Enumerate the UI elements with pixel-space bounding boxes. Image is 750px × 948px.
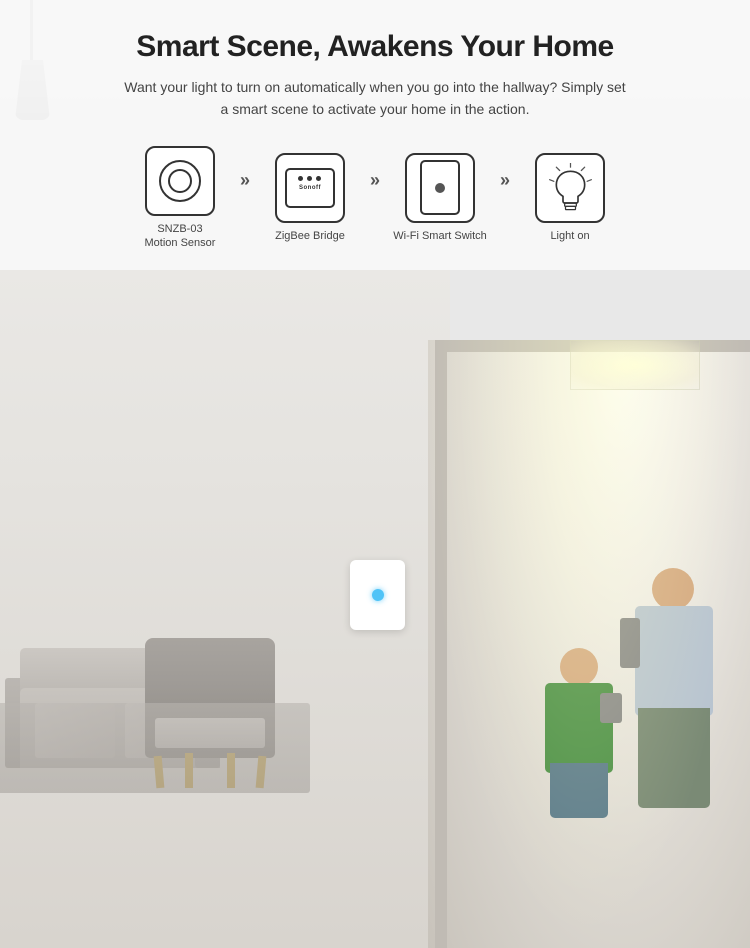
wall-switch — [350, 560, 405, 630]
icon-item-zigbee: Sonoff ZigBee Bridge — [255, 153, 365, 243]
motion-sensor-icon — [159, 160, 201, 202]
subtitle-line1: Want your light to turn on automatically… — [124, 79, 625, 95]
icon-item-light: Light on — [515, 153, 625, 243]
light-on-box — [535, 153, 605, 223]
zigbee-dots — [298, 176, 321, 181]
light-on-container — [537, 153, 603, 223]
icon-item-motion-sensor: SNZB-03 Motion Sensor — [125, 146, 235, 251]
zigbee-dot-2 — [307, 176, 312, 181]
people-group — [520, 488, 720, 848]
adult-pants — [638, 708, 710, 808]
smart-switch-box — [405, 153, 475, 223]
subtitle-line2: a smart scene to activate your home in t… — [221, 101, 530, 117]
switch-button-indicator — [435, 183, 445, 193]
rug — [0, 703, 310, 793]
zigbee-brand-text: Sonoff — [299, 185, 321, 191]
child-figure — [540, 648, 620, 848]
motion-sensor-inner-circle — [168, 169, 192, 193]
light-on-label: Light on — [550, 229, 589, 243]
page-subtitle: Want your light to turn on automatically… — [85, 76, 665, 121]
page-title: Smart Scene, Awakens Your Home — [50, 30, 700, 64]
ceiling-light — [570, 340, 700, 390]
zigbee-dot-1 — [298, 176, 303, 181]
zigbee-label-1: ZigBee Bridge — [275, 229, 345, 243]
child-head — [560, 648, 598, 686]
zigbee-bridge-box: Sonoff — [275, 153, 345, 223]
arrow-3: » — [500, 170, 510, 191]
motion-sensor-label-2: Motion Sensor — [145, 236, 216, 250]
smart-switch-icon — [420, 160, 460, 215]
icon-item-switch: Wi-Fi Smart Switch — [385, 153, 495, 243]
child-bag — [600, 693, 622, 723]
adult-shirt — [635, 606, 713, 716]
zigbee-dot-3 — [316, 176, 321, 181]
child-pants — [550, 763, 608, 818]
zigbee-bridge-icon: Sonoff — [285, 168, 335, 208]
switch-label-1: Wi-Fi Smart Switch — [393, 229, 487, 243]
wall-switch-indicator — [372, 589, 384, 601]
icons-row: SNZB-03 Motion Sensor » Sonoff — [50, 146, 700, 251]
light-bulb-svg — [548, 163, 593, 213]
motion-sensor-box — [145, 146, 215, 216]
top-content-area: Smart Scene, Awakens Your Home Want your… — [0, 0, 750, 270]
adult-head — [652, 568, 694, 610]
motion-sensor-label-1: SNZB-03 — [157, 222, 202, 236]
page-container: Smart Scene, Awakens Your Home Want your… — [0, 0, 750, 948]
adult-figure — [630, 568, 720, 848]
arrow-1: » — [240, 170, 250, 191]
arrow-2: » — [370, 170, 380, 191]
adult-bag — [620, 618, 640, 668]
